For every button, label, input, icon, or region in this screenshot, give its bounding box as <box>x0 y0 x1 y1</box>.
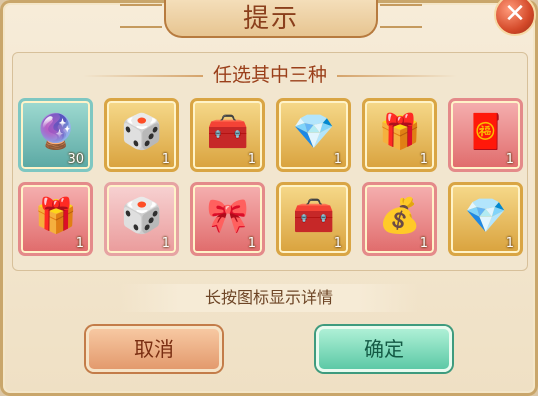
item-count: 1 <box>247 152 256 167</box>
cancel-button[interactable]: 取消 <box>86 326 222 372</box>
title-ornament-left <box>120 4 162 28</box>
item-count: 1 <box>161 236 170 251</box>
item-count: 1 <box>161 152 170 167</box>
jeweled-chest-icon: 💎 <box>464 196 508 236</box>
reward-item-slot[interactable]: 💎 1 <box>448 182 523 256</box>
dialog-title: 提示 <box>242 3 299 34</box>
character-chest-icon: 🧰 <box>206 112 250 152</box>
money-pouch-icon: 💰 <box>378 196 422 236</box>
reward-item-slot[interactable]: 🎁 1 <box>18 182 93 256</box>
reward-item-slot[interactable]: 🧧 1 <box>448 98 523 172</box>
item-count: 1 <box>333 236 342 251</box>
item-count: 1 <box>333 152 342 167</box>
red-treasure-box-icon: 🎁 <box>378 112 422 152</box>
item-count: 1 <box>505 236 514 251</box>
reward-item-slot[interactable]: 🎲 1 <box>104 182 179 256</box>
selection-instruction: 任选其中三种 <box>212 64 327 86</box>
dice-gift-box-icon: 🎲 <box>120 112 164 152</box>
reward-item-slot[interactable]: 🧰 1 <box>276 182 351 256</box>
selection-dialog: 提示 ✕ 任选其中三种 🔮 30 🎲 1 🧰 1 💎 1 🎁 1 🧧 1 🎁 1 🎲 1 🎀 1 🧰 1 💰 1 💎 1 长按… <box>0 0 538 396</box>
reward-item-slot[interactable]: 💰 1 <box>362 182 437 256</box>
subtitle-divider-right <box>337 75 457 77</box>
item-count: 1 <box>75 236 84 251</box>
close-icon: ✕ <box>504 0 526 29</box>
crystal-orb-icon: 🔮 <box>34 112 78 152</box>
close-button[interactable]: ✕ <box>494 0 536 36</box>
reward-item-slot[interactable]: 🔮 30 <box>18 98 93 172</box>
blue-dice-box-icon: 🎲 <box>120 196 164 236</box>
reward-item-slot[interactable]: 🎲 1 <box>104 98 179 172</box>
reward-panel: 任选其中三种 🔮 30 🎲 1 🧰 1 💎 1 🎁 1 🧧 1 🎁 1 🎲 1 🎀 1 🧰 1 💰 1 💎 1 <box>12 52 528 271</box>
reward-item-grid: 🔮 30 🎲 1 🧰 1 💎 1 🎁 1 🧧 1 🎁 1 🎲 1 🎀 1 🧰 1 💰 1 💎 1 <box>18 98 523 256</box>
reward-item-slot[interactable]: 🎀 1 <box>190 182 265 256</box>
item-count: 1 <box>419 236 428 251</box>
title-ornament-right <box>380 4 422 28</box>
pink-gift-box-icon: 🎀 <box>206 196 250 236</box>
red-octagon-box-icon: 🎁 <box>34 196 78 236</box>
reward-item-slot[interactable]: 💎 1 <box>276 98 351 172</box>
crystal-chest-icon: 💎 <box>292 112 336 152</box>
item-count: 1 <box>505 152 514 167</box>
confirm-button[interactable]: 确定 <box>316 326 452 372</box>
golden-chest-icon: 🧰 <box>292 196 336 236</box>
item-count: 1 <box>247 236 256 251</box>
item-count: 30 <box>67 152 84 167</box>
item-count: 1 <box>419 152 428 167</box>
reward-item-slot[interactable]: 🧰 1 <box>190 98 265 172</box>
lucky-bag-icon: 🧧 <box>464 112 508 152</box>
reward-item-slot[interactable]: 🎁 1 <box>362 98 437 172</box>
title-plate: 提示 <box>120 0 422 38</box>
long-press-hint: 长按图标显示详情 <box>120 284 418 312</box>
